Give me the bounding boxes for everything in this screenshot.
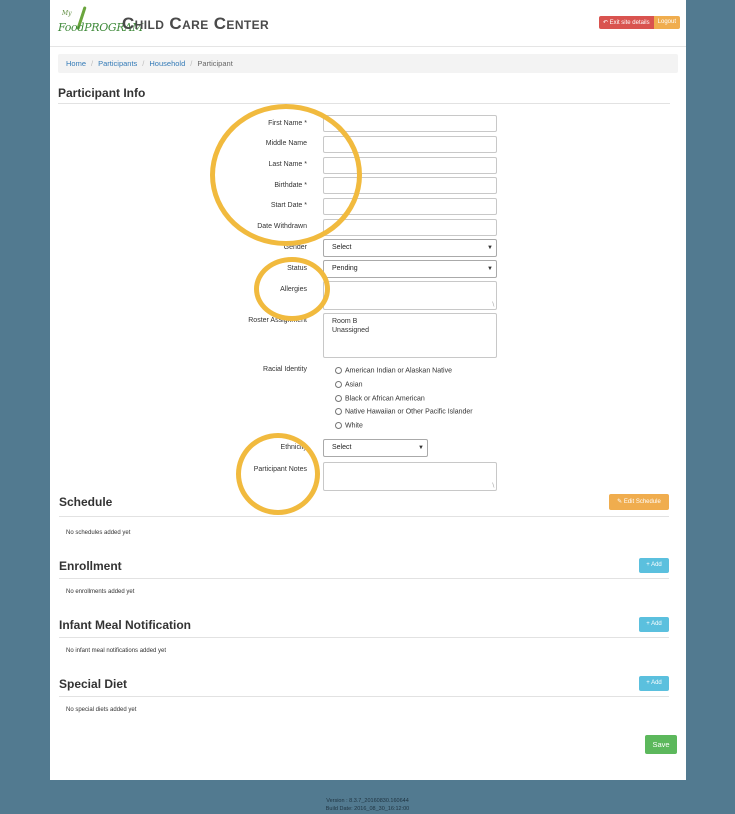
header-divider bbox=[50, 46, 686, 47]
racial-option-radio[interactable]: White bbox=[335, 422, 363, 429]
chevron-down-icon: ▼ bbox=[418, 445, 424, 451]
racial-option-label: White bbox=[345, 422, 363, 430]
gender-select-value: Select bbox=[332, 244, 352, 251]
save-button[interactable]: Save bbox=[645, 735, 677, 754]
participant-info-heading: Participant Info bbox=[58, 86, 146, 100]
participant-info-divider bbox=[58, 103, 670, 104]
racial-option-radio[interactable]: Asian bbox=[335, 381, 363, 388]
roster-assignment-listbox[interactable]: Room B Unassigned bbox=[323, 313, 497, 358]
racial-option-label: Asian bbox=[345, 381, 363, 389]
racial-option-radio[interactable]: Black or African American bbox=[335, 395, 425, 402]
enrollment-empty-text: No enrollments added yet bbox=[66, 589, 135, 595]
highlight-ring bbox=[210, 104, 362, 246]
exit-label: Exit site details bbox=[609, 20, 650, 26]
enrollment-divider bbox=[59, 578, 669, 579]
infant-meal-notification-heading: Infant Meal Notification bbox=[59, 618, 191, 632]
logo-small-text: My bbox=[62, 10, 72, 17]
gender-select[interactable]: Select ▼ bbox=[323, 239, 497, 257]
logout-button[interactable]: Logout bbox=[653, 16, 680, 29]
racial-option-label: Black or African American bbox=[345, 395, 425, 403]
special-diet-empty-text: No special diets added yet bbox=[66, 707, 137, 713]
header-buttons: ↶ Exit site details Logout bbox=[598, 16, 680, 29]
infant-meal-divider bbox=[59, 637, 669, 638]
highlight-ring bbox=[236, 433, 320, 515]
exit-site-details-button[interactable]: ↶ Exit site details bbox=[598, 16, 654, 29]
version-text: Version : 8.3.7_20160830.160644 bbox=[326, 798, 409, 804]
infant-meal-empty-text: No infant meal notifications added yet bbox=[66, 648, 167, 654]
racial-option-radio[interactable]: Native Hawaiian or Other Pacific Islande… bbox=[335, 408, 473, 415]
resize-grip-icon[interactable]: ∖ bbox=[491, 483, 495, 489]
schedule-divider bbox=[59, 516, 669, 517]
breadcrumb-participants[interactable]: Participants bbox=[98, 59, 137, 68]
breadcrumb-separator: / bbox=[142, 59, 145, 68]
racial-option-label: American Indian or Alaskan Native bbox=[345, 367, 452, 375]
radio-circle-icon bbox=[335, 408, 342, 415]
edit-schedule-label: Edit Schedule bbox=[623, 499, 661, 505]
enrollment-heading: Enrollment bbox=[59, 559, 122, 573]
radio-circle-icon bbox=[335, 381, 342, 388]
special-diet-divider bbox=[59, 696, 669, 697]
highlight-ring bbox=[254, 257, 330, 321]
breadcrumb-separator: / bbox=[190, 59, 193, 68]
add-enrollment-button[interactable]: + Add bbox=[639, 558, 669, 573]
resize-grip-icon[interactable]: ∖ bbox=[491, 302, 495, 308]
racial-option-radio[interactable]: American Indian or Alaskan Native bbox=[335, 367, 452, 374]
edit-schedule-button[interactable]: ✎ Edit Schedule bbox=[609, 494, 669, 510]
status-select[interactable]: Pending ▼ bbox=[323, 260, 497, 278]
breadcrumb: Home / Participants / Household / Participant bbox=[58, 54, 678, 73]
build-date-text: Build Date: 2016_08_30_16:12:00 bbox=[325, 806, 410, 812]
main-card: My FoodPROGRAM Child Care Center ↶ Exit … bbox=[50, 0, 686, 780]
schedule-empty-text: No schedules added yet bbox=[66, 530, 131, 536]
chevron-down-icon: ▼ bbox=[487, 245, 493, 251]
date-withdrawn-input[interactable] bbox=[323, 219, 497, 236]
racial-option-label: Native Hawaiian or Other Pacific Islande… bbox=[345, 408, 473, 416]
breadcrumb-current: Participant bbox=[197, 59, 233, 68]
add-infant-meal-notification-button[interactable]: + Add bbox=[639, 617, 669, 632]
radio-circle-icon bbox=[335, 395, 342, 402]
chevron-down-icon: ▼ bbox=[487, 266, 493, 272]
ethnicity-select[interactable]: Select ▼ bbox=[323, 439, 428, 457]
roster-option[interactable]: Unassigned bbox=[332, 326, 488, 335]
page-title: Child Care Center bbox=[122, 14, 270, 33]
breadcrumb-home[interactable]: Home bbox=[66, 59, 86, 68]
status-select-value: Pending bbox=[332, 265, 358, 272]
roster-option[interactable]: Room B bbox=[332, 317, 488, 326]
ethnicity-select-value: Select bbox=[332, 444, 352, 451]
radio-circle-icon bbox=[335, 422, 342, 429]
add-special-diet-button[interactable]: + Add bbox=[639, 676, 669, 691]
participant-notes-textarea[interactable]: ∖ bbox=[323, 462, 497, 491]
breadcrumb-household[interactable]: Household bbox=[149, 59, 185, 68]
allergies-textarea[interactable]: ∖ bbox=[323, 281, 497, 310]
first-name-input[interactable] bbox=[323, 115, 497, 132]
racial-identity-label: Racial Identity bbox=[263, 366, 307, 373]
program-logo[interactable]: My FoodPROGRAM bbox=[58, 6, 143, 40]
special-diet-heading: Special Diet bbox=[59, 677, 128, 691]
schedule-heading: Schedule bbox=[59, 495, 113, 509]
breadcrumb-separator: / bbox=[91, 59, 94, 68]
radio-circle-icon bbox=[335, 367, 342, 374]
